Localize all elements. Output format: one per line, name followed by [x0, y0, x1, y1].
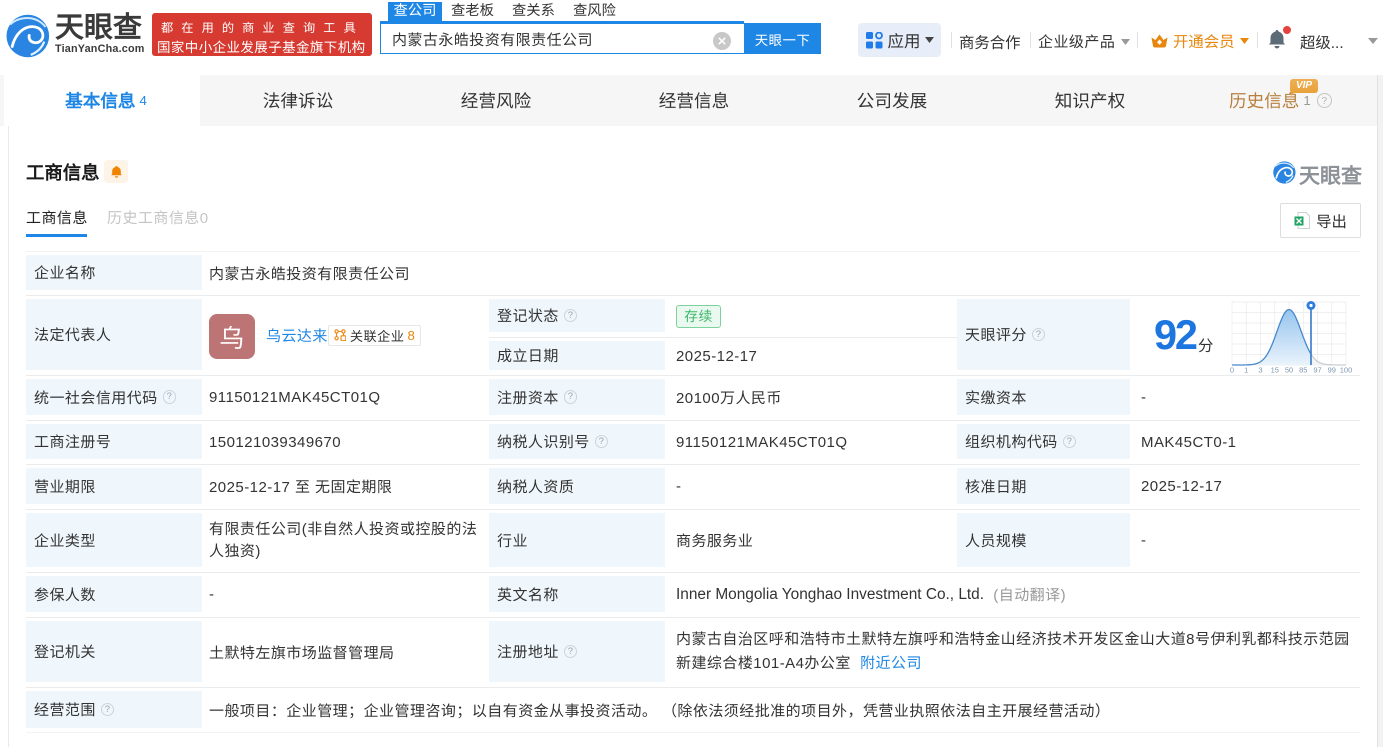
- svg-text:0: 0: [1230, 366, 1234, 375]
- svg-text:15: 15: [1271, 366, 1279, 375]
- svg-text:97: 97: [1313, 366, 1321, 375]
- svg-text:99: 99: [1328, 366, 1336, 375]
- svg-text:3: 3: [1258, 366, 1262, 375]
- svg-text:85: 85: [1299, 366, 1307, 375]
- svg-text:100: 100: [1340, 366, 1353, 375]
- svg-text:1: 1: [1244, 366, 1248, 375]
- svg-text:50: 50: [1285, 366, 1293, 375]
